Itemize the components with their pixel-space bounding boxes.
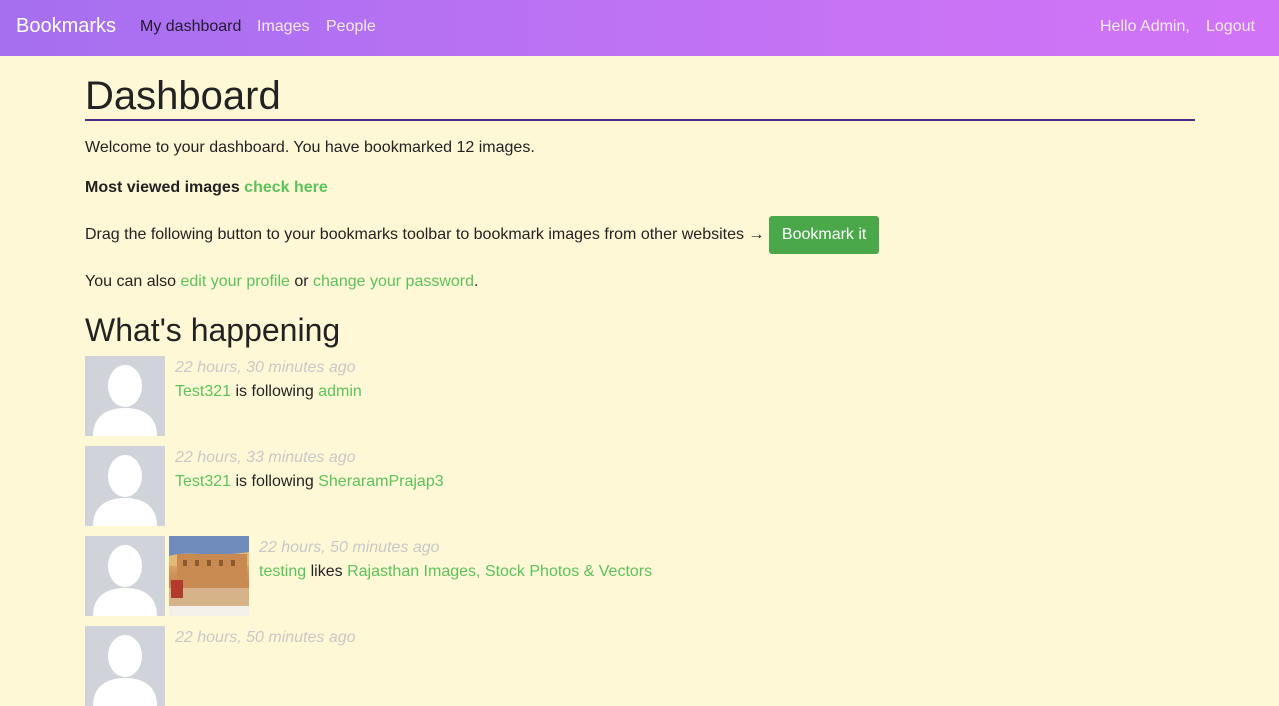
or-text: or xyxy=(294,273,309,290)
action-text: testing likes Rajasthan Images, Stock Ph… xyxy=(259,563,652,581)
nav-people[interactable]: People xyxy=(326,18,376,36)
logout-link[interactable]: Logout xyxy=(1206,18,1255,36)
avatar[interactable] xyxy=(85,626,165,706)
default-avatar-icon xyxy=(85,536,165,616)
nav-my-dashboard[interactable]: My dashboard xyxy=(140,18,241,36)
bookmarklet-line: Drag the following button to your bookma… xyxy=(85,216,880,254)
action-time: 22 hours, 50 minutes ago xyxy=(259,539,440,556)
period: . xyxy=(474,273,479,290)
avatar[interactable] xyxy=(85,356,165,436)
action-user-link[interactable]: Test321 xyxy=(175,383,231,400)
avatar[interactable] xyxy=(85,446,165,526)
welcome-text: Welcome to your dashboard. You have book… xyxy=(85,139,535,156)
page-title: Dashboard xyxy=(85,74,281,118)
default-avatar-icon xyxy=(85,626,165,706)
edit-profile-link[interactable]: edit your profile xyxy=(181,273,290,290)
action-target-link[interactable]: admin xyxy=(318,383,362,400)
also-prefix: You can also xyxy=(85,273,177,290)
bookmark-it-button[interactable]: Bookmark it xyxy=(768,216,880,254)
action-text: Test321 is following admin xyxy=(175,383,362,401)
bookmarked-image-thumbnail[interactable] xyxy=(169,536,249,616)
title-divider xyxy=(85,119,1195,121)
navbar: Bookmarks My dashboard Images People Hel… xyxy=(0,0,1279,56)
default-avatar-icon xyxy=(85,356,165,436)
whats-happening-title: What's happening xyxy=(85,312,341,348)
check-here-link[interactable]: check here xyxy=(244,179,328,196)
profile-links-line: You can also edit your profile or change… xyxy=(85,273,478,291)
action-time: 22 hours, 30 minutes ago xyxy=(175,359,356,376)
action-verb: is following xyxy=(235,473,314,490)
user-greeting: Hello Admin, xyxy=(1100,18,1190,35)
action-user-link[interactable]: Test321 xyxy=(175,473,231,490)
action-user-link[interactable]: testing xyxy=(259,563,306,580)
drag-instructions: Drag the following button to your bookma… xyxy=(85,226,765,244)
action-target-link[interactable]: SheraramPrajap3 xyxy=(318,473,443,490)
most-viewed-label: Most viewed images xyxy=(85,179,240,196)
avatar[interactable] xyxy=(85,536,165,616)
nav-images[interactable]: Images xyxy=(257,18,309,36)
change-password-link[interactable]: change your password xyxy=(313,273,474,290)
action-time: 22 hours, 50 minutes ago xyxy=(175,629,356,646)
fort-photo-icon xyxy=(169,536,249,616)
action-time: 22 hours, 33 minutes ago xyxy=(175,449,356,466)
most-viewed-line: Most viewed images check here xyxy=(85,179,328,197)
action-text: Test321 is following SheraramPrajap3 xyxy=(175,473,444,491)
action-target-link[interactable]: Rajasthan Images, Stock Photos & Vectors xyxy=(347,563,652,580)
action-verb: likes xyxy=(310,563,343,580)
default-avatar-icon xyxy=(85,446,165,526)
brand-logo[interactable]: Bookmarks xyxy=(16,15,116,38)
action-verb: is following xyxy=(235,383,314,400)
